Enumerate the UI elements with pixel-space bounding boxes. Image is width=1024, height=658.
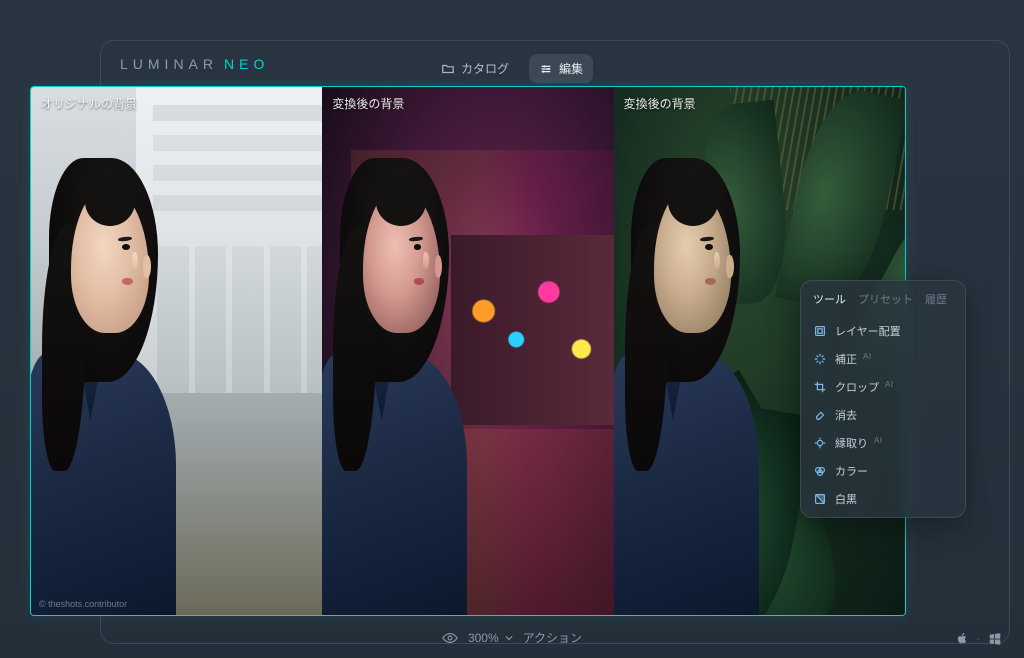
enhance-icon [813, 352, 827, 366]
folder-icon [441, 62, 455, 76]
dot-separator: · [977, 634, 980, 645]
nav-edit-label: 編集 [559, 60, 583, 77]
tab-tools[interactable]: ツール [813, 291, 846, 307]
nav-catalog[interactable]: カタログ [431, 54, 519, 83]
ai-badge: AI [874, 436, 883, 445]
tool-label: 補正 [835, 351, 857, 367]
eye-icon[interactable] [442, 631, 458, 645]
tool-label: レイヤー配置 [835, 323, 901, 339]
panel-original-label: オリジナルの背景 [41, 95, 137, 112]
tab-history[interactable]: 履歴 [925, 291, 947, 307]
panel-variant-1-label: 変換後の背景 [332, 95, 404, 112]
panel-original[interactable]: オリジナルの背景 © theshots.contributor [31, 87, 322, 615]
image-compare-panel: オリジナルの背景 © theshots.contributor 変換後の背景 変… [30, 86, 906, 616]
tool-label: 白黒 [835, 491, 857, 507]
tool-label: カラー [835, 463, 868, 479]
color-icon [813, 464, 827, 478]
tool-item-layers[interactable]: レイヤー配置 [813, 317, 953, 345]
image-credit: © theshots.contributor [39, 599, 127, 609]
tool-item-relight[interactable]: 縁取り AI [813, 429, 953, 457]
crop-icon [813, 380, 827, 394]
chevron-down-icon [505, 635, 513, 641]
tools-tabs: ツール プリセット 履歴 [813, 291, 953, 307]
tab-presets[interactable]: プリセット [858, 291, 913, 307]
top-nav: カタログ 編集 [0, 54, 1024, 83]
tools-list: レイヤー配置補正 AI クロップ AI 消去縁取り AI カラー白黒 [813, 317, 953, 513]
nav-edit[interactable]: 編集 [529, 54, 593, 83]
actions-button[interactable]: アクション [523, 629, 582, 646]
tool-item-color[interactable]: カラー [813, 457, 953, 485]
layers-icon [813, 324, 827, 338]
sliders-icon [539, 62, 553, 76]
nav-catalog-label: カタログ [461, 60, 509, 77]
tool-label: 消去 [835, 407, 857, 423]
tools-panel: ツール プリセット 履歴 レイヤー配置補正 AI クロップ AI 消去縁取り AI カラー白… [800, 280, 966, 518]
tool-item-enhance[interactable]: 補正 AI [813, 345, 953, 373]
panel-variant-1[interactable]: 変換後の背景 [322, 87, 613, 615]
ai-badge: AI [863, 352, 872, 361]
apple-icon [955, 632, 969, 646]
windows-icon [988, 632, 1002, 646]
bw-icon [813, 492, 827, 506]
erase-icon [813, 408, 827, 422]
zoom-control[interactable]: 300% [468, 631, 513, 645]
os-icons: · [955, 632, 1002, 646]
tool-item-erase[interactable]: 消去 [813, 401, 953, 429]
tool-item-crop[interactable]: クロップ AI [813, 373, 953, 401]
tool-item-bw[interactable]: 白黒 [813, 485, 953, 513]
bottom-bar: 300% アクション [0, 629, 1024, 646]
panel-variant-2-label: 変換後の背景 [624, 95, 696, 112]
relight-icon [813, 436, 827, 450]
zoom-value: 300% [468, 631, 499, 645]
ai-badge: AI [885, 380, 894, 389]
tool-label: 縁取り [835, 435, 868, 451]
tool-label: クロップ [835, 379, 879, 395]
